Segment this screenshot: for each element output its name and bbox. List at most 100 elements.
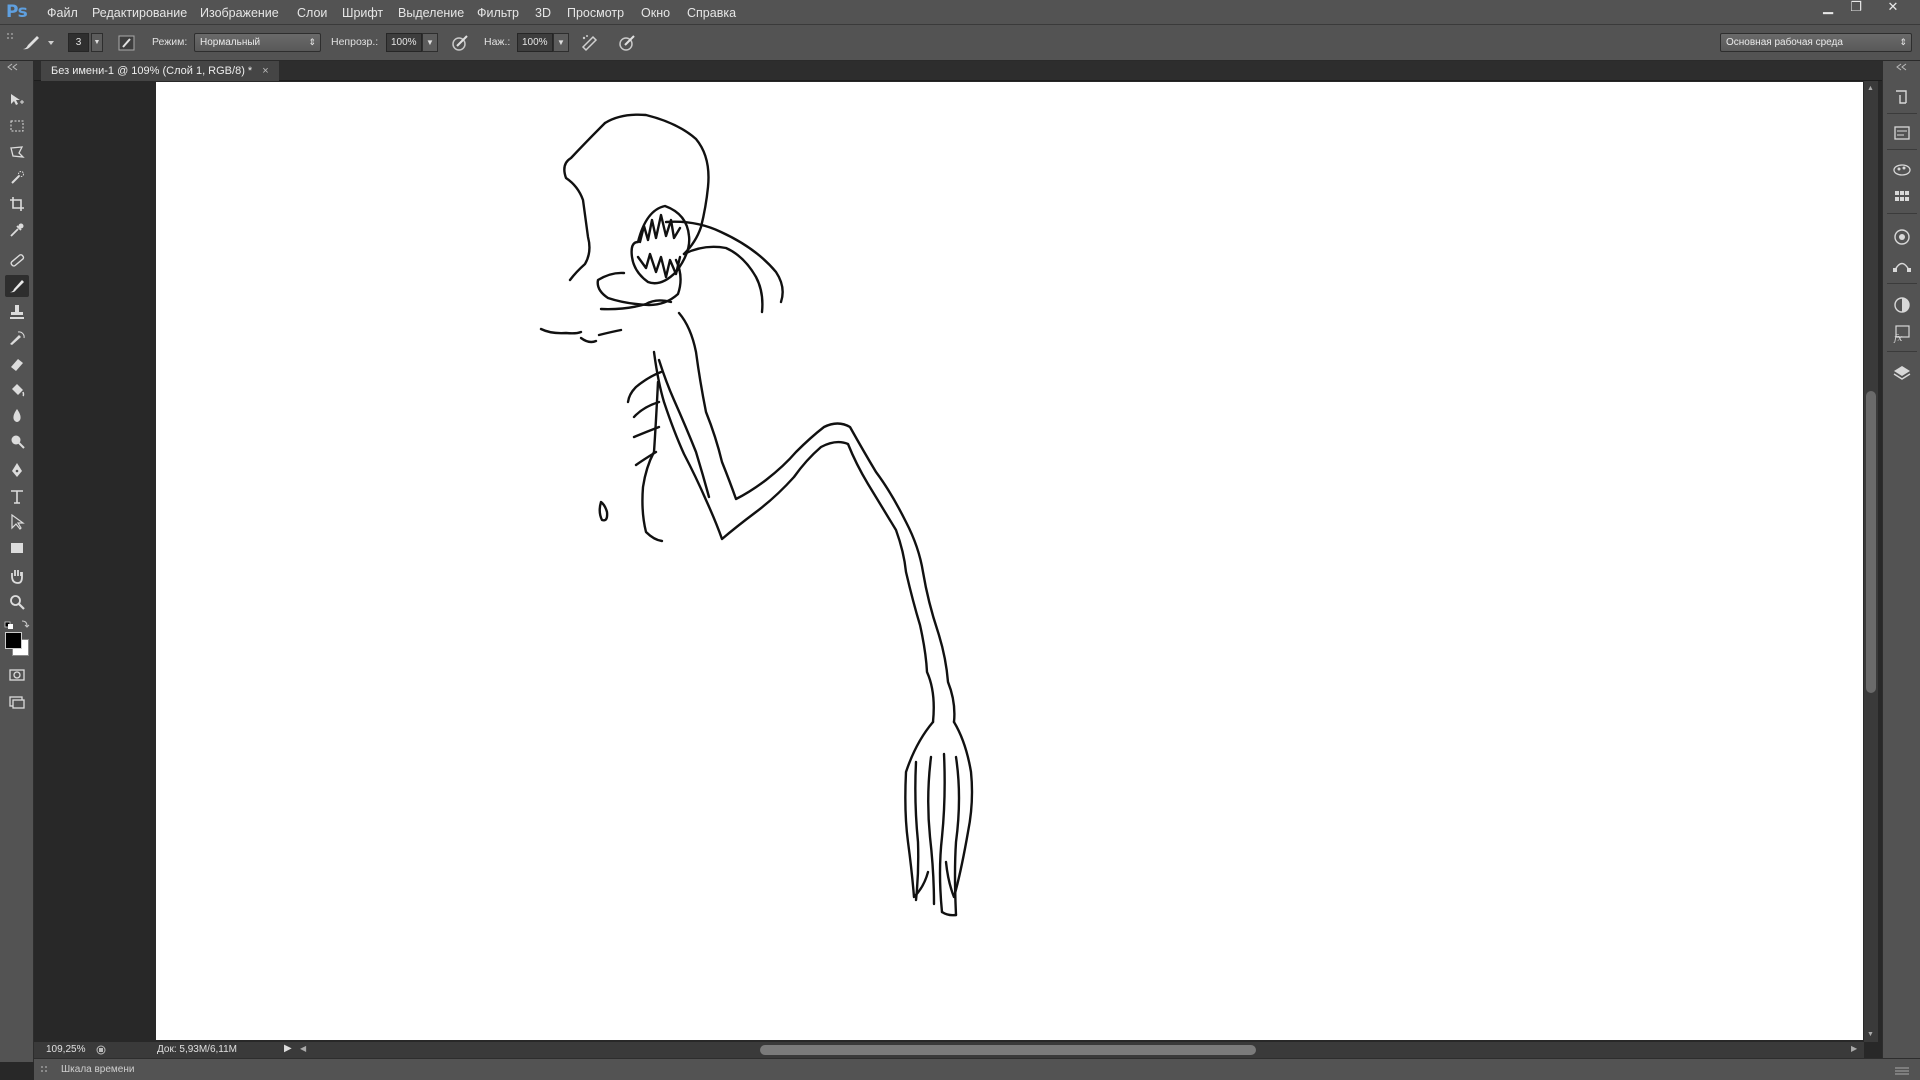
quick-select-icon [11,171,24,184]
type-icon [11,490,23,504]
document-size: Док: 5,93M/6,11M [157,1044,237,1055]
pressure-dropdown[interactable]: ▼ [553,33,569,52]
channels-panel-icon[interactable] [1892,227,1912,247]
tool-eyedropper[interactable] [5,219,29,241]
default-colors-icon[interactable] [4,619,30,629]
workspace-select[interactable]: Основная рабочая среда ⇕ [1720,33,1912,52]
menu-image[interactable]: Изображение [200,6,279,20]
tool-lasso[interactable] [5,141,29,163]
menu-3d[interactable]: 3D [535,6,551,20]
zoom-level[interactable]: 109,25% [46,1044,85,1055]
paths-panel-icon[interactable] [1892,255,1912,275]
tool-move[interactable] [5,89,29,111]
canvas[interactable] [156,82,1863,1040]
menu-bar: Ps Файл Редактирование Изображение Слои … [0,0,1920,25]
menu-edit[interactable]: Редактирование [92,6,187,20]
rectangle-icon [11,543,23,553]
horizontal-scrollbar[interactable]: ◀ ▶ [296,1042,1864,1058]
vertical-scrollbar[interactable]: ▲ ▼ [1864,81,1878,1042]
tool-brush[interactable] [5,275,29,297]
airbrush-icon[interactable] [579,33,599,53]
adjustments-panel-icon[interactable] [1892,295,1912,315]
scroll-left-arrow-icon[interactable]: ◀ [300,1044,306,1053]
minimize-button[interactable]: ▁ [1815,0,1841,18]
lasso-icon [10,146,25,158]
airbrush-pressure-icon[interactable] [449,33,469,53]
tool-screen-mode[interactable] [5,691,29,713]
menu-type[interactable]: Шрифт [342,6,383,20]
opacity-dropdown[interactable]: ▼ [422,33,438,52]
body-left-edge [641,380,664,543]
close-button[interactable]: ✕ [1880,0,1906,18]
zoom-icon [10,595,25,610]
document-tab[interactable]: Без имени-1 @ 109% (Слой 1, RGB/8) * × [41,61,279,81]
vertical-scrollbar-thumb[interactable] [1866,391,1876,693]
mode-select[interactable]: Нормальный ⇕ [194,33,321,52]
document-tab-close-button[interactable]: × [262,65,268,77]
menu-window[interactable]: Окно [641,6,670,20]
tool-stamp[interactable] [5,301,29,323]
timeline-tab[interactable]: Шкала времени [61,1064,134,1075]
menu-layers[interactable]: Слои [297,6,327,20]
status-menu-arrow-icon[interactable]: ▶ [284,1043,292,1054]
marquee-icon [10,120,24,132]
tool-zoom[interactable] [5,591,29,613]
tool-type[interactable] [5,485,29,507]
menu-filter[interactable]: Фильтр [477,6,519,20]
scroll-right-arrow-icon[interactable]: ▶ [1851,1044,1857,1053]
tool-preset-picker[interactable] [20,33,54,53]
head-back [563,121,607,282]
tool-quick-mask[interactable] [5,664,29,686]
panel-grip-icon[interactable] [40,1065,48,1075]
restore-button[interactable]: ❐ [1843,0,1869,18]
tool-history-brush[interactable] [5,327,29,349]
panel-menu-icon[interactable] [1894,1065,1910,1075]
tool-quick-select[interactable] [5,167,29,189]
brush-panel-icon[interactable] [117,33,137,53]
tool-path-select[interactable] [5,511,29,533]
tool-crop[interactable] [5,193,29,215]
foreground-color-swatch[interactable] [5,632,22,649]
tool-dodge[interactable] [5,431,29,453]
menu-select[interactable]: Выделение [398,6,464,20]
eraser-icon [11,359,23,371]
scroll-up-arrow-icon[interactable]: ▲ [1867,85,1874,92]
properties-panel-icon[interactable] [1892,123,1912,143]
tool-hand[interactable] [5,565,29,587]
tool-healing[interactable] [5,249,29,271]
eyedropper-icon [10,223,24,237]
brush-size-field[interactable]: 3 [68,33,89,52]
dock-separator [1887,283,1917,284]
panel-grip-icon[interactable] [4,31,16,55]
svg-text:fx: fx [1893,334,1902,343]
tool-blur[interactable] [5,405,29,427]
menu-help[interactable]: Справка [687,6,736,20]
menu-file[interactable]: Файл [47,6,78,20]
history-panel-icon[interactable] [1892,87,1912,107]
menu-view[interactable]: Просмотр [567,6,624,20]
mode-value: Нормальный [200,37,261,48]
styles-panel-icon[interactable]: fx [1892,323,1912,343]
collapse-panel-icon[interactable] [4,63,30,71]
tool-paint-bucket[interactable] [5,379,29,401]
status-bar: 109,25% Док: 5,93M/6,11M ▶ [34,1042,296,1058]
swatches-panel-icon[interactable] [1892,187,1912,207]
upper-arm-tendril-inner [682,245,764,314]
move-icon [11,94,24,105]
scroll-down-arrow-icon[interactable]: ▼ [1867,1031,1874,1038]
tool-rectangle[interactable] [5,537,29,559]
pressure-value: 100% [522,37,548,48]
tool-pen[interactable] [5,459,29,481]
tool-eraser[interactable] [5,353,29,375]
jaw-drip-left [539,327,583,335]
pressure-field[interactable]: 100% [517,33,553,52]
layers-panel-icon[interactable] [1892,363,1912,383]
opacity-field[interactable]: 100% [386,33,422,52]
proof-icon[interactable] [94,1044,108,1056]
collapse-dock-icon[interactable] [1895,63,1909,71]
brush-picker-dropdown[interactable]: ▼ [91,33,103,52]
tool-marquee[interactable] [5,115,29,137]
tablet-size-pressure-icon[interactable] [616,33,636,53]
color-panel-icon[interactable] [1892,159,1912,179]
horizontal-scrollbar-thumb[interactable] [760,1045,1256,1055]
